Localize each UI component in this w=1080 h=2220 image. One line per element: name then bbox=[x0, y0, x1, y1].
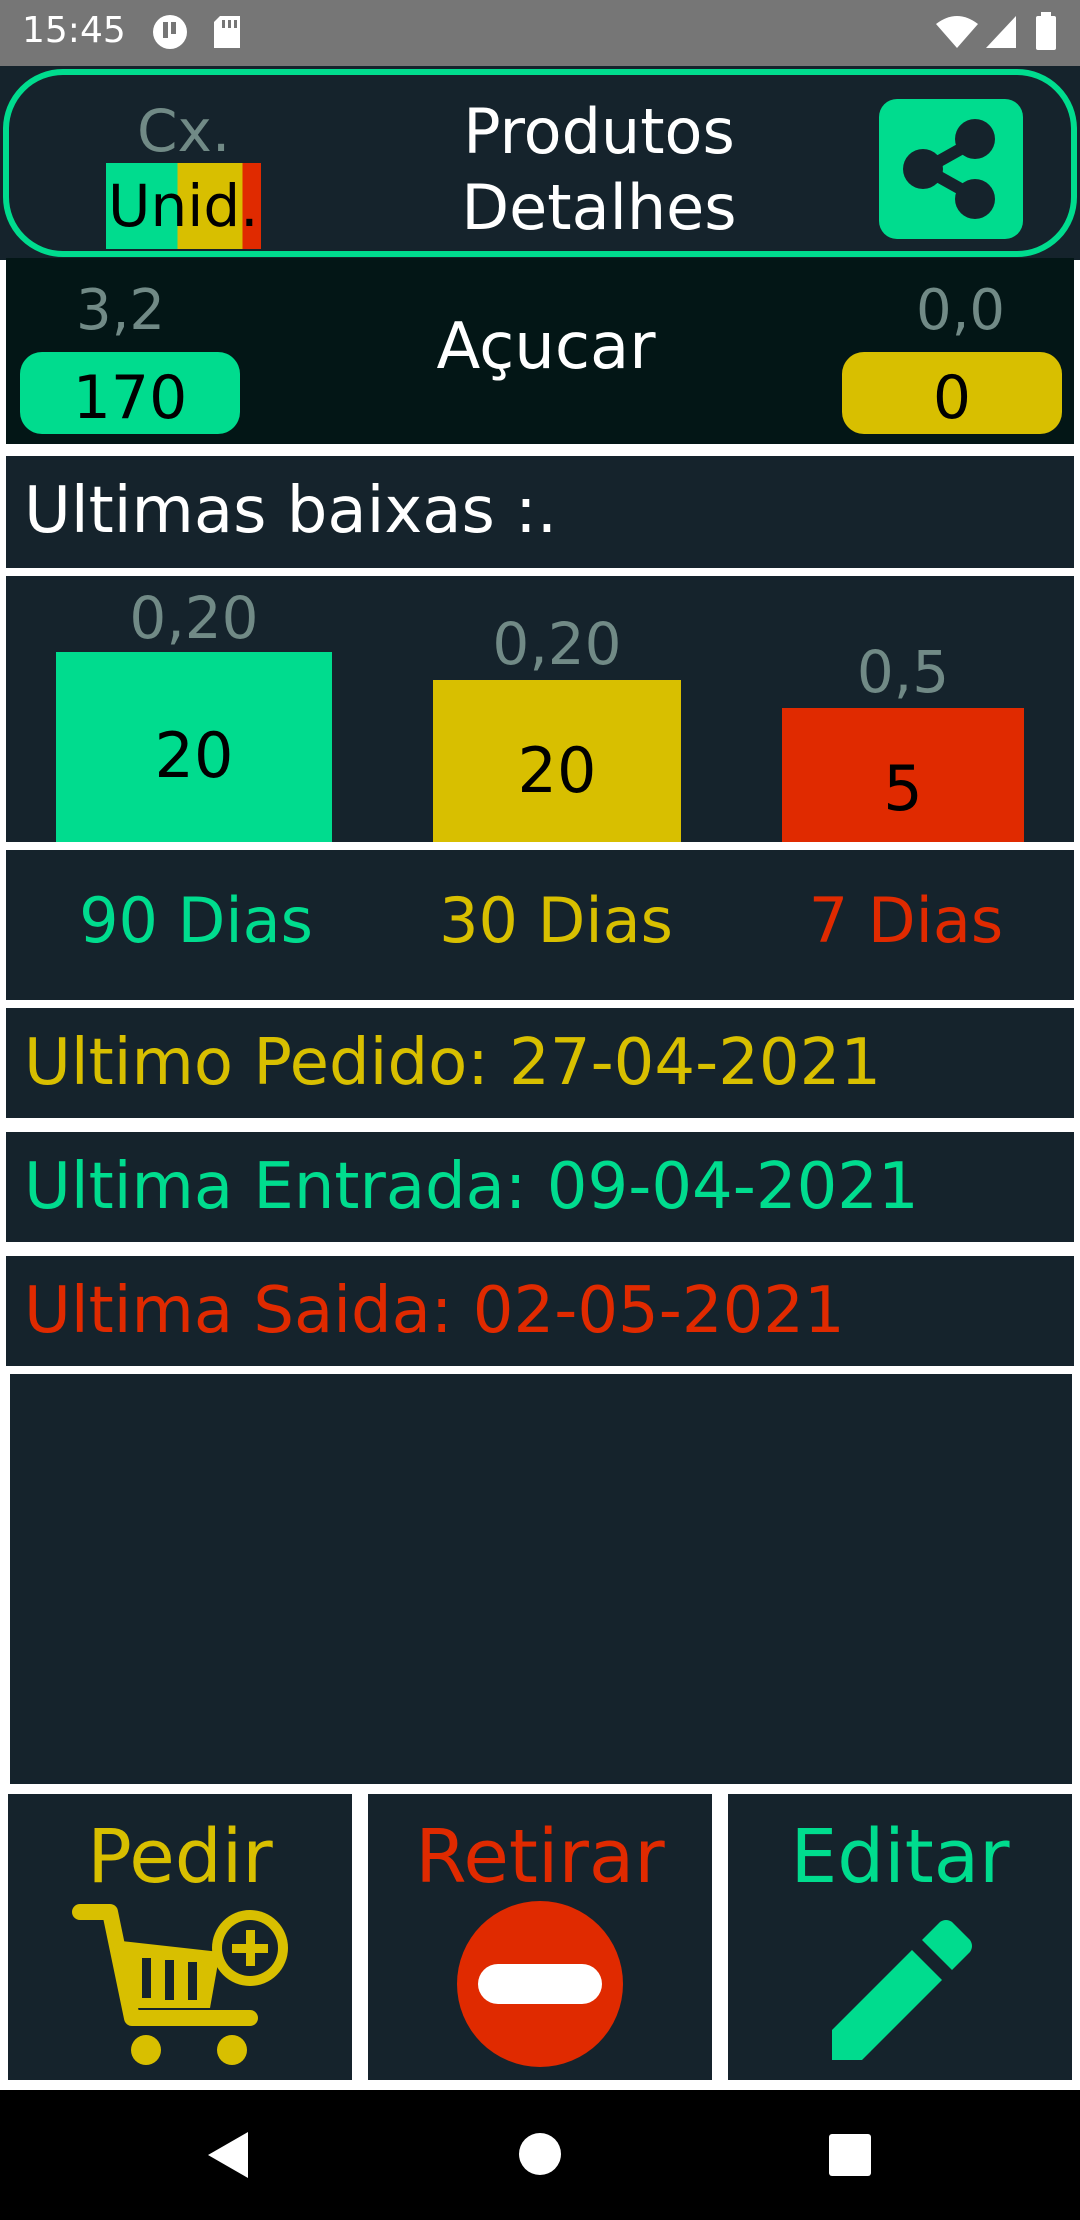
edit-button-label: Editar bbox=[790, 1814, 1010, 1900]
status-time: 15:45 bbox=[22, 10, 126, 51]
period-7-days: 7 Dias bbox=[808, 884, 1004, 957]
cart-plus-icon bbox=[72, 1904, 288, 2065]
box-quantity: 3,2 bbox=[76, 278, 166, 343]
last-exit-text: Ultima Saida: 02-05-2021 bbox=[24, 1274, 845, 1348]
last-order-text: Ultimo Pedido: 27-04-2021 bbox=[24, 1026, 882, 1100]
bar-30-days: 20 bbox=[433, 680, 681, 842]
bar-7-box-value: 0,5 bbox=[856, 638, 950, 706]
section-title: Ultimas baixas :. bbox=[24, 474, 558, 548]
battery-icon bbox=[1036, 12, 1056, 50]
header: Cx. Unid. Produtos Detalhes bbox=[0, 66, 1080, 260]
period-30-days: 30 Dias bbox=[439, 884, 673, 957]
unit-box-label: Cx. bbox=[137, 97, 231, 165]
share-icon bbox=[903, 119, 995, 219]
signal-icon bbox=[986, 16, 1016, 48]
last-exit-row: Ultima Saida: 02-05-2021 bbox=[6, 1256, 1074, 1366]
bar-7-days: 5 bbox=[782, 708, 1024, 842]
app-screen: 15:45 Cx. Unid. Produtos Detalhes 3,2 17… bbox=[0, 0, 1080, 2220]
order-button[interactable]: Pedir bbox=[8, 1794, 352, 2080]
navigation-bar bbox=[0, 2090, 1080, 2220]
withdraw-button[interactable]: Retirar bbox=[368, 1794, 712, 2080]
share-button[interactable] bbox=[879, 99, 1023, 239]
sd-card-icon bbox=[214, 16, 240, 48]
minus-circle-icon bbox=[457, 1901, 623, 2067]
pencil-icon bbox=[832, 1920, 972, 2060]
back-icon[interactable] bbox=[204, 2130, 250, 2180]
recents-icon[interactable] bbox=[829, 2134, 871, 2176]
section-header: Ultimas baixas :. bbox=[6, 456, 1074, 568]
header-frame: Cx. Unid. Produtos Detalhes bbox=[3, 69, 1077, 257]
withdrawals-chart: 0,20 20 0,20 20 0,5 5 bbox=[6, 576, 1074, 842]
pending-box-quantity: 0,0 bbox=[916, 278, 1006, 343]
last-entry-row: Ultima Entrada: 09-04-2021 bbox=[6, 1132, 1074, 1242]
pending-quantity-badge: 0 bbox=[842, 352, 1062, 434]
period-labels: 90 Dias 30 Dias 7 Dias bbox=[6, 850, 1074, 1000]
wifi-icon bbox=[936, 16, 978, 48]
last-entry-text: Ultima Entrada: 09-04-2021 bbox=[24, 1150, 919, 1224]
home-icon[interactable] bbox=[518, 2132, 562, 2176]
stock-quantity-badge: 170 bbox=[20, 352, 240, 434]
product-summary: 3,2 170 Açucar 0,0 0 bbox=[6, 258, 1074, 444]
edit-button[interactable]: Editar bbox=[728, 1794, 1072, 2080]
status-bar: 15:45 bbox=[0, 0, 1080, 66]
product-name: Açucar bbox=[436, 310, 656, 384]
order-button-label: Pedir bbox=[87, 1814, 273, 1900]
unit-toggle[interactable]: Unid. bbox=[106, 163, 261, 249]
last-order-row: Ultimo Pedido: 27-04-2021 bbox=[6, 1008, 1074, 1118]
notification-icon bbox=[153, 15, 187, 49]
period-90-days: 90 Dias bbox=[79, 884, 313, 957]
page-title: Produtos bbox=[463, 95, 735, 168]
bar-30-box-value: 0,20 bbox=[492, 610, 622, 678]
bar-90-box-value: 0,20 bbox=[129, 584, 259, 652]
page-subtitle: Detalhes bbox=[461, 171, 737, 244]
bar-90-days: 20 bbox=[56, 652, 332, 842]
empty-content-area bbox=[10, 1374, 1072, 1784]
withdraw-button-label: Retirar bbox=[415, 1814, 665, 1900]
